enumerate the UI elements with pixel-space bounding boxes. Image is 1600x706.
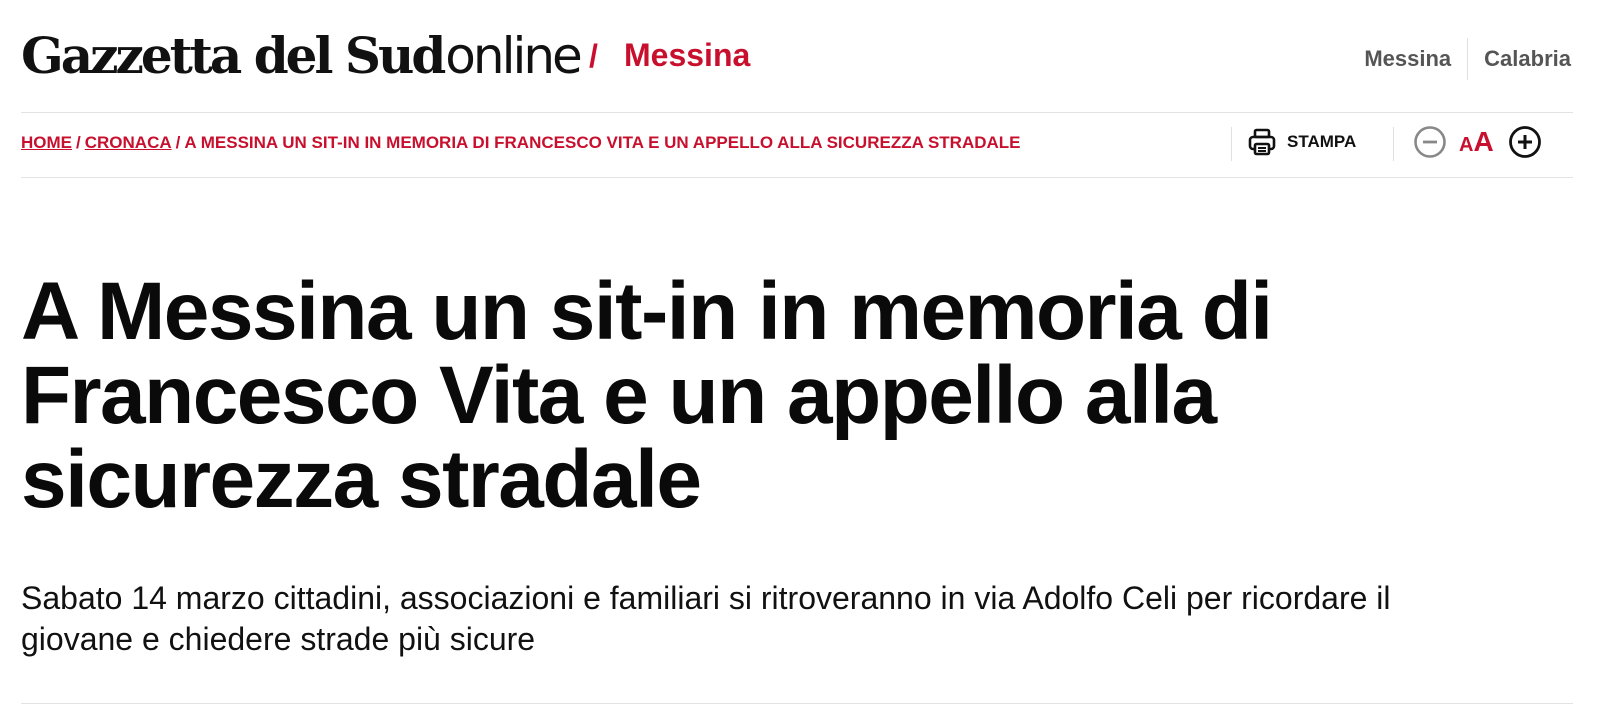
plus-circle-icon [1508, 126, 1541, 158]
logo-online-text: online [445, 27, 583, 85]
decrease-font-button[interactable] [1413, 125, 1447, 159]
toolbar-divider [1231, 127, 1232, 161]
breadcrumb-separator: / [76, 133, 81, 152]
logo-main-text: Gazzetta del Sud [21, 26, 446, 85]
page: Gazzetta del Sud online / Messina Messina… [0, 0, 1600, 706]
section-link-messina[interactable]: Messina [624, 37, 750, 74]
print-label: STAMPA [1287, 132, 1357, 151]
breadcrumb-current: A MESSINA UN SIT-IN IN MEMORIA DI FRANCE… [184, 133, 1021, 152]
font-size-small-a: A [1459, 134, 1474, 156]
breadcrumb-cronaca[interactable]: CRONACA [85, 133, 172, 152]
article-title: A Messina un sit-in in memoria di France… [21, 266, 1273, 525]
font-size-controls: AA [1413, 125, 1542, 159]
divider [21, 703, 1573, 704]
printer-icon [1247, 127, 1277, 157]
edition-nav: Messina Calabria [1362, 38, 1573, 80]
nav-item-messina[interactable]: Messina [1362, 46, 1453, 72]
minus-circle-icon [1414, 126, 1446, 158]
site-header: Gazzetta del Sud online / Messina Messina… [21, 0, 1573, 113]
font-size-indicator: AA [1459, 126, 1494, 158]
section-separator: / [589, 38, 598, 74]
font-size-big-a: A [1473, 126, 1494, 157]
breadcrumb-separator: / [175, 133, 181, 152]
breadcrumb: HOME / CRONACA / A MESSINA UN SIT-IN IN MEMO… [21, 133, 1021, 153]
nav-item-calabria[interactable]: Calabria [1482, 46, 1573, 72]
article-subtitle: Sabato 14 marzo cittadini, associazioni … [21, 580, 1391, 657]
toolbar-divider [1393, 127, 1394, 161]
nav-divider [1467, 38, 1469, 80]
increase-font-button[interactable] [1508, 125, 1542, 159]
site-logo[interactable]: Gazzetta del Sud online [21, 26, 583, 85]
print-button[interactable]: STAMPA [1247, 127, 1356, 157]
breadcrumb-home[interactable]: HOME [21, 133, 72, 152]
article-toolbar: HOME / CRONACA / A MESSINA UN SIT-IN IN MEMO… [21, 113, 1573, 178]
